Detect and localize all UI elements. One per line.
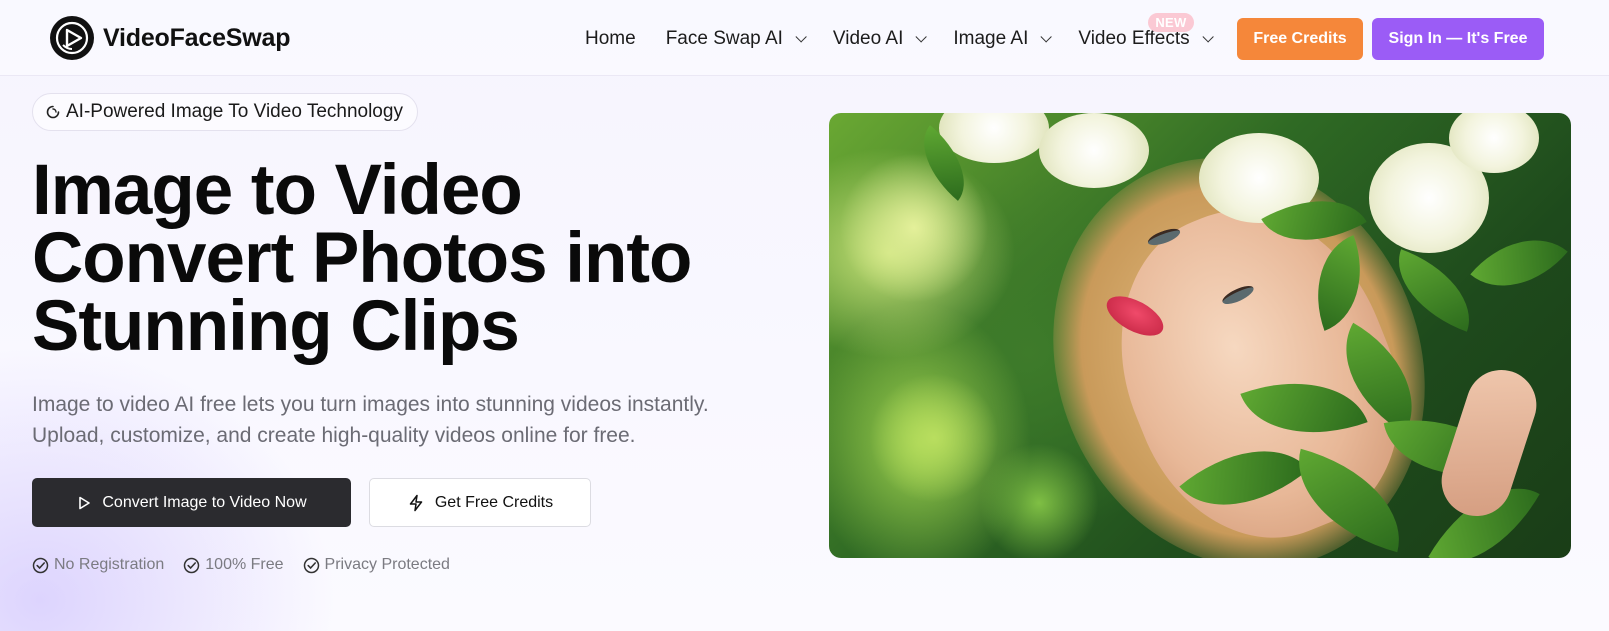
get-free-credits-button[interactable]: Get Free Credits: [369, 478, 591, 527]
convert-image-to-video-button[interactable]: Convert Image to Video Now: [32, 478, 351, 527]
hero-image: [829, 113, 1571, 558]
check-circle-icon: [303, 557, 319, 573]
tech-pill-badge: AI-Powered Image To Video Technology: [32, 93, 418, 131]
nav-item-video-ai[interactable]: Video AI: [832, 28, 928, 50]
nav-item-face-swap-ai[interactable]: Face Swap AI: [665, 28, 807, 50]
nav-item-label: Face Swap AI: [665, 28, 783, 49]
feature-item: 100% Free: [183, 556, 284, 574]
feature-label: No Registration: [54, 556, 165, 573]
feature-item: Privacy Protected: [303, 556, 450, 574]
nav-item-home[interactable]: Home: [585, 28, 636, 50]
button-label: Get Free Credits: [434, 493, 554, 511]
nav-item-video-effects[interactable]: Video Effects NEW: [1078, 13, 1214, 50]
chevron-down-icon: [915, 31, 928, 43]
chevron-down-icon: [1202, 31, 1214, 43]
nav-item-label: Image AI: [953, 28, 1029, 49]
subtitle-line: Image to video AI free lets you turn ima…: [32, 393, 709, 416]
chevron-down-icon: [795, 31, 807, 43]
feature-list: No Registration 100% Free Privacy Protec…: [32, 556, 450, 574]
main-menu: Home Face Swap AI Video AI Image AI Vide…: [585, 13, 1240, 54]
button-label: Convert Image to Video Now: [102, 493, 307, 511]
free-credits-button[interactable]: Free Credits: [1237, 18, 1363, 60]
sign-in-button[interactable]: Sign In — It's Free: [1372, 18, 1544, 60]
nav-item-image-ai[interactable]: Image AI: [953, 28, 1053, 50]
top-navbar: VideoFaceSwap Home Face Swap AI Video AI…: [0, 0, 1609, 76]
headline-line: Stunning Clips: [32, 287, 520, 366]
lightning-icon: [409, 494, 423, 511]
check-circle-icon: [184, 557, 200, 573]
chevron-down-icon: [1040, 31, 1053, 43]
play-icon: [79, 496, 91, 509]
pill-label: AI-Powered Image To Video Technology: [66, 101, 403, 122]
headline-line: Image to Video: [32, 151, 523, 230]
page-title: Image to Video Convert Photos into Stunn…: [32, 151, 792, 366]
feature-label: Privacy Protected: [324, 556, 450, 573]
brand-logo[interactable]: VideoFaceSwap: [50, 16, 290, 60]
subtitle-line: Upload, customize, and create high-quali…: [32, 424, 636, 447]
logo-icon: [50, 16, 94, 60]
nav-item-label: Video AI: [832, 28, 904, 49]
spinner-icon: [46, 105, 60, 119]
check-circle-icon: [32, 557, 49, 573]
hero-subtitle: Image to video AI free lets you turn ima…: [32, 389, 792, 451]
page: VideoFaceSwap Home Face Swap AI Video AI…: [0, 0, 1609, 631]
nav-item-label: Home: [585, 28, 636, 49]
feature-label: 100% Free: [205, 556, 284, 573]
brand-name: VideoFaceSwap: [103, 23, 291, 52]
headline-line: Convert Photos into: [32, 219, 692, 298]
feature-item: No Registration: [32, 556, 164, 574]
new-badge: NEW: [1148, 13, 1194, 32]
